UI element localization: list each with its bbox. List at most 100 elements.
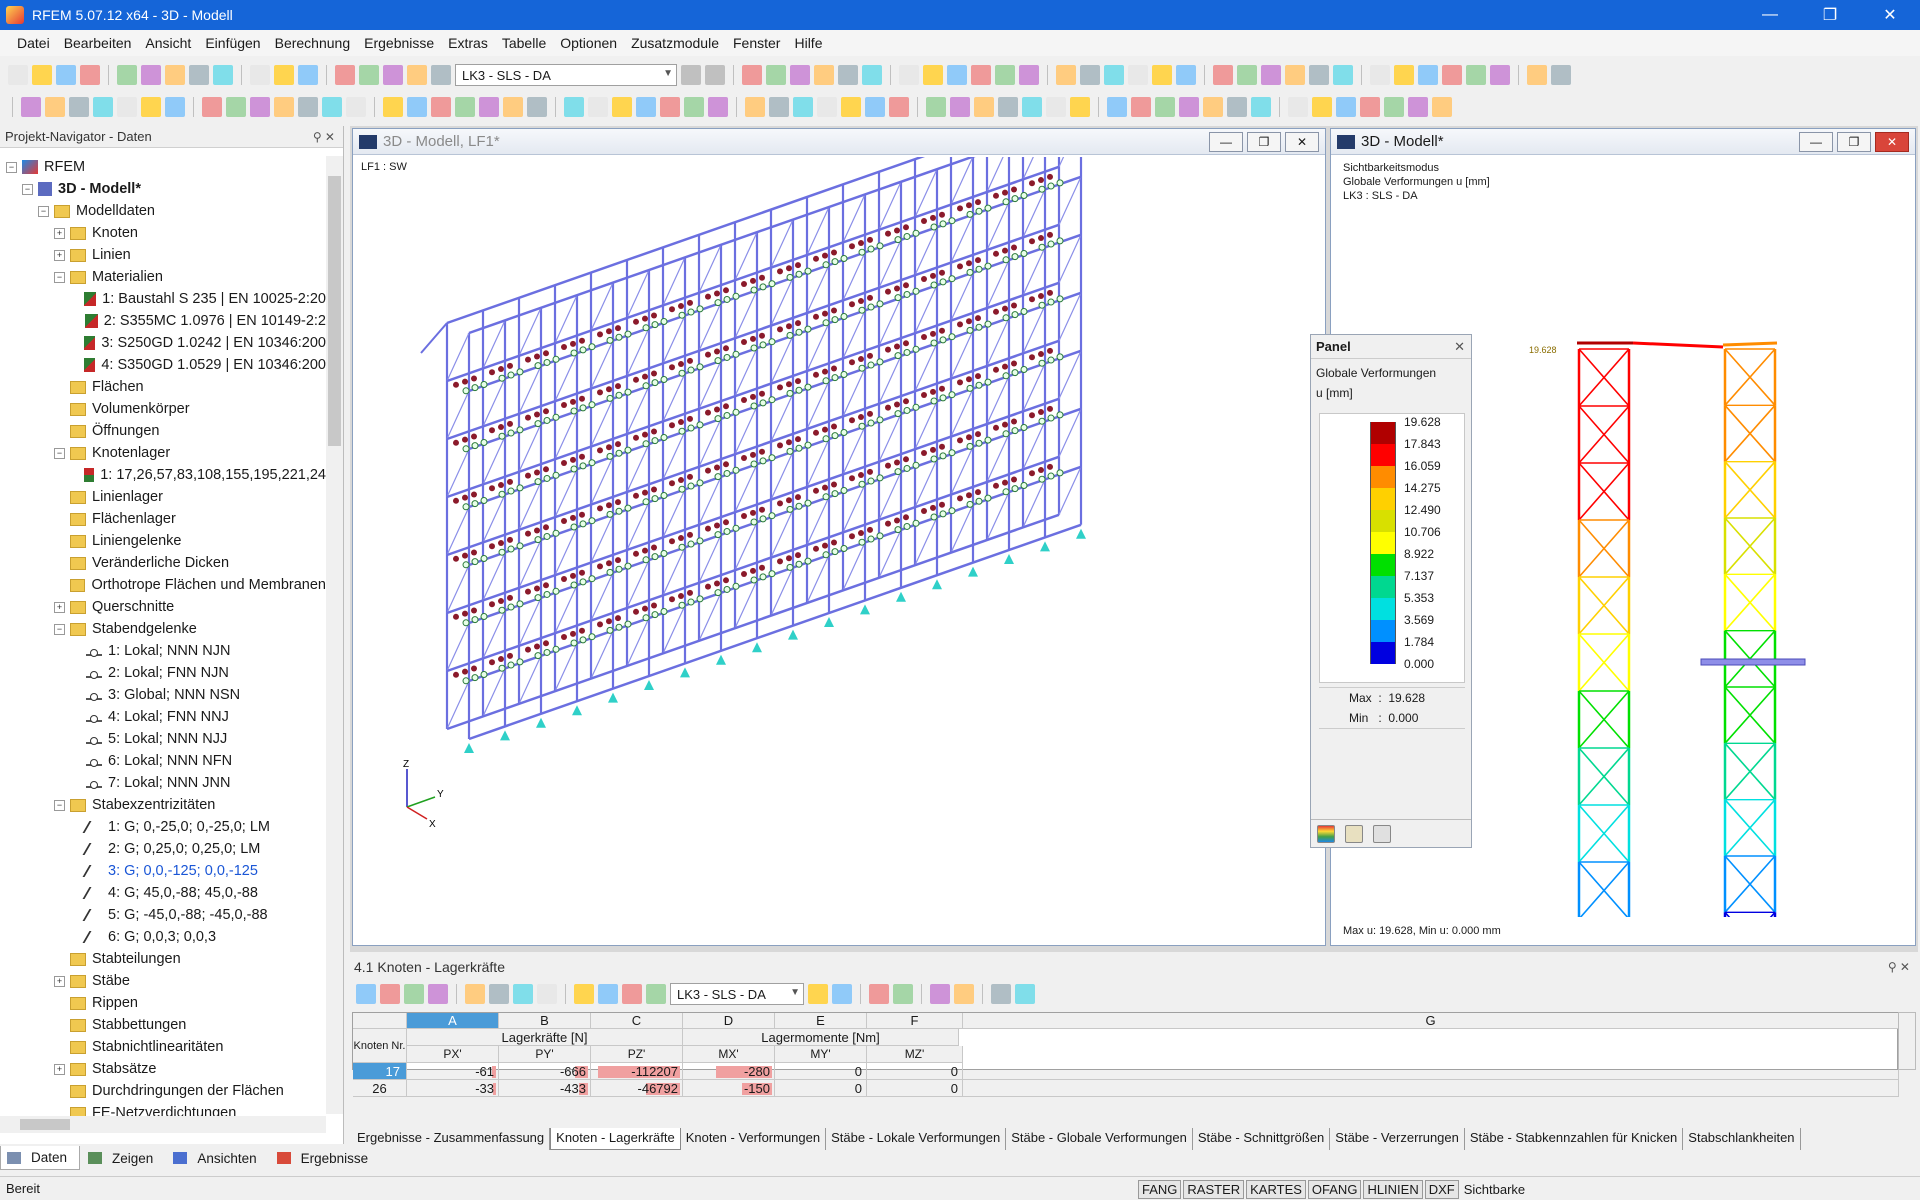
toolbar-tool-icon[interactable] [1022,97,1042,117]
toolbar-tool-icon[interactable] [8,65,28,85]
toolbar-tool-icon[interactable] [841,97,861,117]
tree-item[interactable]: 6: Lokal; NNN NFN [0,750,326,772]
table-tool-icon[interactable] [428,984,448,1004]
toolbar-tool-icon[interactable] [298,97,318,117]
tree-item[interactable]: + Stabsätze [0,1058,326,1080]
collapse-icon[interactable]: − [54,799,65,811]
tree-item[interactable]: 7: Lokal; NNN JNN [0,772,326,794]
toolbar-tool-icon[interactable] [1551,65,1571,85]
toolbar-tool-icon[interactable] [1288,97,1308,117]
table-cell[interactable]: -33 [407,1080,499,1097]
tree-item[interactable]: 3: G; 0,0,-125; 0,0,-125 [0,860,326,882]
table-tab[interactable]: Stäbe - Globale Verformungen [1006,1128,1193,1150]
toolbar-tool-icon[interactable] [899,65,919,85]
toolbar-tool-icon[interactable] [790,65,810,85]
tree-item[interactable]: 4: Lokal; FNN NNJ [0,706,326,728]
table-tool-icon[interactable] [380,984,400,1004]
table-tab[interactable]: Stäbe - Stabkennzahlen für Knicken [1464,1128,1684,1150]
column-header[interactable]: C [591,1013,683,1029]
table-tool-icon[interactable] [404,984,424,1004]
toolbar-tool-icon[interactable] [1490,65,1510,85]
table-cell[interactable]: -61 [407,1063,499,1080]
table-tool-icon[interactable] [598,984,618,1004]
toolbar-tool-icon[interactable] [1152,65,1172,85]
tree-item[interactable]: + Linien [0,244,326,266]
toolbar-tool-icon[interactable] [250,97,270,117]
minimize-icon[interactable]: — [1799,132,1833,152]
toolbar-tool-icon[interactable] [383,97,403,117]
toolbar-tool-icon[interactable] [1333,65,1353,85]
toolbar-tool-icon[interactable] [636,97,656,117]
toolbar-tool-icon[interactable] [1179,97,1199,117]
minimize-icon[interactable]: — [1740,0,1800,30]
toolbar-tool-icon[interactable] [1107,97,1127,117]
table-tool-icon[interactable] [954,984,974,1004]
results-panel[interactable]: Panel ✕ Globale Verformungen u [mm] 19.6… [1310,334,1472,848]
tree-item[interactable]: Stabnichtlinearitäten [0,1036,326,1058]
color-scale-icon[interactable] [1317,824,1335,843]
tree-item[interactable]: − Knotenlager [0,442,326,464]
tree-item[interactable]: 2: G; 0,25,0; 0,25,0; LM [0,838,326,860]
toolbar-tool-icon[interactable] [1309,65,1329,85]
table-tab[interactable]: Stäbe - Lokale Verformungen [826,1128,1007,1150]
table-tool-icon[interactable] [1015,984,1035,1004]
tree-item[interactable]: 6: G; 0,0,3; 0,0,3 [0,926,326,948]
toolbar-tool-icon[interactable] [1176,65,1196,85]
row-number[interactable]: 17 [353,1063,407,1080]
toolbar-tool-icon[interactable] [165,97,185,117]
toolbar-tool-icon[interactable] [189,65,209,85]
toolbar-tool-icon[interactable] [1360,97,1380,117]
tree-item[interactable]: 1: 17,26,57,83,108,155,195,221,24 [0,464,326,486]
toolbar-tool-icon[interactable] [479,97,499,117]
tree-item[interactable]: FE-Netzverdichtungen [0,1102,326,1116]
table-cell[interactable]: -150 [683,1080,775,1097]
toolbar-tool-icon[interactable] [32,65,52,85]
navigator-vertical-scrollbar[interactable] [326,156,343,1114]
table-cell[interactable] [963,1080,1899,1097]
tree-item[interactable]: + Knoten [0,222,326,244]
toolbar-tool-icon[interactable] [1432,97,1452,117]
next-loadcase-icon[interactable] [705,65,725,85]
dxf-toggle[interactable]: DXF [1424,1179,1459,1199]
collapse-icon[interactable]: − [38,205,49,217]
toolbar-tool-icon[interactable] [971,65,991,85]
tree-item[interactable]: 5: G; -45,0,-88; -45,0,-88 [0,904,326,926]
toolbar-tool-icon[interactable] [226,97,246,117]
tree-item[interactable]: Linienlager [0,486,326,508]
tree-item[interactable]: Rippen [0,992,326,1014]
fang-toggle[interactable]: FANG [1138,1179,1182,1199]
toolbar-tool-icon[interactable] [117,65,137,85]
toolbar-tool-icon[interactable] [1104,65,1124,85]
toolbar-tool-icon[interactable] [1213,65,1233,85]
menu-extras[interactable]: Extras [441,35,495,51]
toolbar-tool-icon[interactable] [117,97,137,117]
toolbar-tool-icon[interactable] [1261,65,1281,85]
toolbar-tool-icon[interactable] [503,97,523,117]
toolbar-tool-icon[interactable] [923,65,943,85]
table-cell[interactable]: 0 [867,1080,963,1097]
column-header[interactable]: G [963,1013,1899,1029]
toolbar-tool-icon[interactable] [407,65,427,85]
table-tool-icon[interactable] [574,984,594,1004]
close-icon[interactable]: ✕ [1875,132,1909,152]
toolbar-tool-icon[interactable] [527,97,547,117]
toolbar-tool-icon[interactable] [1394,65,1414,85]
menu-datei[interactable]: Datei [10,35,57,51]
hlinien-toggle[interactable]: HLINIEN [1363,1179,1423,1199]
table-vertical-scrollbar[interactable] [1898,1012,1916,1070]
kartes-toggle[interactable]: KARTES [1246,1179,1306,1199]
tree-item[interactable]: Liniengelenke [0,530,326,552]
toolbar-tool-icon[interactable] [56,65,76,85]
row-number[interactable]: 26 [353,1080,407,1097]
toolbar-tool-icon[interactable] [165,65,185,85]
toolbar-tool-icon[interactable] [1370,65,1390,85]
table-tool-icon[interactable] [832,984,852,1004]
close-icon[interactable]: ✕ [1454,339,1465,355]
collapse-icon[interactable]: − [6,161,17,173]
toolbar-tool-icon[interactable] [1285,65,1305,85]
table-tool-icon[interactable] [646,984,666,1004]
menu-einfuegen[interactable]: Einfügen [198,35,267,51]
toolbar-tool-icon[interactable] [274,65,294,85]
table-cell[interactable]: -112207 [591,1063,683,1080]
factor-icon[interactable] [1345,824,1363,843]
